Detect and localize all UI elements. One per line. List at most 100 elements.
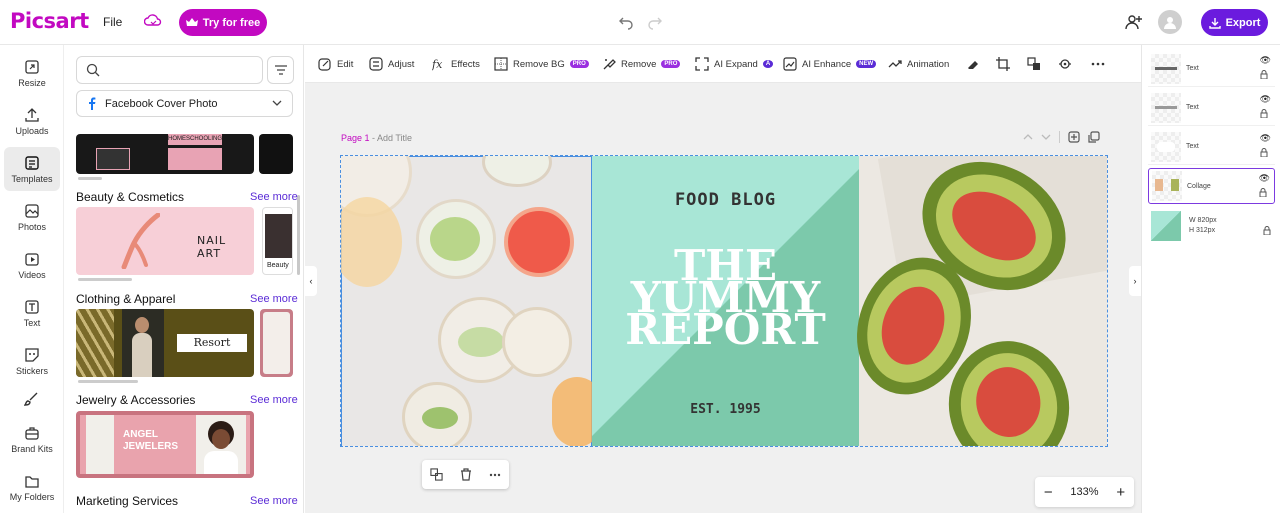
dropdown-value: Facebook Cover Photo — [105, 97, 218, 110]
layer-row-collage[interactable]: Collage 👁 — [1148, 168, 1275, 204]
chevron-down-icon[interactable] — [1041, 133, 1051, 141]
layer-row[interactable]: Text 👁 — [1148, 90, 1275, 126]
add-user-icon[interactable] — [1125, 13, 1143, 31]
collapse-right-panel-button[interactable]: › — [1129, 266, 1141, 296]
template-card-angel-jewelers[interactable]: ANGEL JEWELERS — [76, 411, 254, 478]
tool-label: Remove — [621, 58, 657, 70]
try-for-free-button[interactable]: Try for free — [179, 9, 267, 36]
rail-item-stickers[interactable]: Stickers — [4, 339, 60, 383]
layer-row[interactable]: Text 👁 — [1148, 51, 1275, 87]
category-dropdown[interactable]: Facebook Cover Photo — [76, 90, 293, 117]
see-more-beauty-link[interactable]: See more — [250, 191, 298, 203]
collage-cell-drinks[interactable] — [341, 156, 602, 446]
trash-icon[interactable] — [460, 468, 472, 481]
horizontal-scrollbar[interactable] — [78, 177, 102, 180]
see-more-jewelry-link[interactable]: See more — [250, 394, 298, 406]
avatar[interactable] — [1158, 10, 1182, 34]
cucumber-image — [430, 217, 480, 261]
template-card-dark[interactable] — [259, 134, 293, 174]
template-card-beauty[interactable]: Beauty — [262, 207, 293, 275]
tool-crop[interactable] — [996, 45, 1010, 83]
zoom-level[interactable]: 133% — [1070, 486, 1098, 498]
tool-rotate[interactable] — [1058, 45, 1072, 83]
rail-item-videos[interactable]: Videos — [4, 243, 60, 287]
user-icon — [1164, 17, 1176, 29]
zoom-out-button[interactable]: − — [1044, 484, 1053, 501]
page-controls — [1023, 131, 1100, 143]
eye-icon[interactable]: 👁 — [1260, 55, 1271, 66]
canvas-area[interactable]: ‹ › Page 1 - Add Title FOOD BLOG THE YUM… — [305, 83, 1141, 513]
rail-item-templates[interactable]: Templates — [4, 147, 60, 191]
template-card-photo — [263, 312, 290, 374]
layer-row-background[interactable]: W 820px H 312px — [1148, 208, 1275, 244]
tool-edit[interactable]: Edit — [318, 45, 353, 83]
redo-icon[interactable] — [647, 14, 663, 30]
see-more-clothing-link[interactable]: See more — [250, 293, 298, 305]
file-menu-button[interactable]: File — [103, 15, 122, 29]
tool-ai-expand[interactable]: AI Expand A — [695, 45, 774, 83]
tool-remove-bg[interactable]: Remove BG PRO — [494, 45, 589, 83]
page-title[interactable]: Page 1 - Add Title — [341, 133, 412, 143]
collapse-left-panel-button[interactable]: ‹ — [305, 266, 317, 296]
layers-panel: Text 👁 Text 👁 Text 👁 Collage 👁 W 820px H… — [1141, 45, 1280, 513]
chevron-up-icon[interactable] — [1023, 133, 1033, 141]
tool-label: AI Enhance — [802, 58, 852, 70]
panel-scrollbar[interactable] — [297, 195, 300, 275]
tool-replace[interactable] — [1027, 45, 1041, 83]
see-more-marketing-link[interactable]: See more — [250, 495, 298, 507]
tool-more[interactable] — [1091, 45, 1105, 83]
headline[interactable]: THE YUMMY REPORT — [592, 245, 859, 351]
tool-ai-enhance[interactable]: AI Enhance NEW — [783, 45, 877, 83]
layer-row[interactable]: Text 👁 — [1148, 129, 1275, 165]
template-card-homeschooling[interactable]: HOMESCHOOLING — [76, 134, 254, 174]
rail-item-brand-kits[interactable]: Brand Kits — [4, 417, 60, 461]
lock-icon[interactable] — [1260, 148, 1268, 157]
crop-icon — [996, 57, 1010, 71]
lock-icon[interactable] — [1260, 70, 1268, 79]
eye-icon[interactable]: 👁 — [1260, 94, 1271, 105]
horizontal-scrollbar[interactable] — [78, 278, 132, 281]
add-page-icon[interactable] — [1068, 131, 1080, 143]
rail-item-my-folders[interactable]: My Folders — [4, 465, 60, 509]
template-card-nail-art[interactable]: NAIL ART — [76, 207, 254, 275]
zoom-in-button[interactable]: + — [1116, 484, 1125, 501]
cloud-icon[interactable] — [144, 13, 162, 29]
collage-cell-avocado[interactable] — [838, 156, 1107, 446]
layer-name: Collage — [1187, 182, 1211, 190]
add-title[interactable]: - Add Title — [370, 133, 412, 143]
section-title-marketing: Marketing Services — [76, 494, 179, 508]
more-icon[interactable] — [489, 473, 501, 477]
duplicate-page-icon[interactable] — [1088, 131, 1100, 143]
est-label[interactable]: EST. 1995 — [592, 402, 859, 417]
rail-label: Photos — [17, 221, 47, 232]
template-card-apparel[interactable] — [260, 309, 293, 377]
rail-item-text[interactable]: Text — [4, 291, 60, 335]
replace-icon[interactable] — [430, 468, 443, 481]
tool-eraser[interactable] — [966, 45, 980, 83]
eye-icon[interactable]: 👁 — [1260, 133, 1271, 144]
rail-item-uploads[interactable]: Uploads — [4, 99, 60, 143]
text-icon — [25, 299, 39, 314]
rail-item-photos[interactable]: Photos — [4, 195, 60, 239]
lock-icon[interactable] — [1260, 109, 1268, 118]
artboard[interactable]: FOOD BLOG THE YUMMY REPORT EST. 1995 — [340, 155, 1108, 447]
undo-icon[interactable] — [618, 14, 634, 30]
food-blog-label[interactable]: FOOD BLOG — [592, 190, 859, 210]
collage-cell-title[interactable]: FOOD BLOG THE YUMMY REPORT EST. 1995 — [592, 156, 859, 446]
tool-adjust[interactable]: Adjust — [369, 45, 414, 83]
tool-remove[interactable]: Remove PRO — [602, 45, 681, 83]
eye-icon[interactable]: 👁 — [1259, 173, 1270, 184]
tool-effects[interactable]: fx Effects — [432, 45, 480, 83]
lock-icon[interactable] — [1259, 188, 1267, 197]
template-card-resort[interactable]: Resort — [76, 309, 254, 377]
tool-animation[interactable]: Animation — [888, 45, 949, 83]
filter-button[interactable] — [267, 56, 294, 84]
rail-item-resize[interactable]: Resize — [4, 51, 60, 95]
lock-icon[interactable] — [1263, 226, 1271, 235]
search-input[interactable] — [76, 56, 263, 84]
picsart-logo[interactable]: Picsart — [10, 9, 89, 33]
tool-label: Effects — [451, 58, 480, 70]
export-button[interactable]: Export — [1201, 9, 1268, 36]
rail-item-draw[interactable] — [4, 381, 60, 417]
horizontal-scrollbar[interactable] — [78, 380, 138, 383]
